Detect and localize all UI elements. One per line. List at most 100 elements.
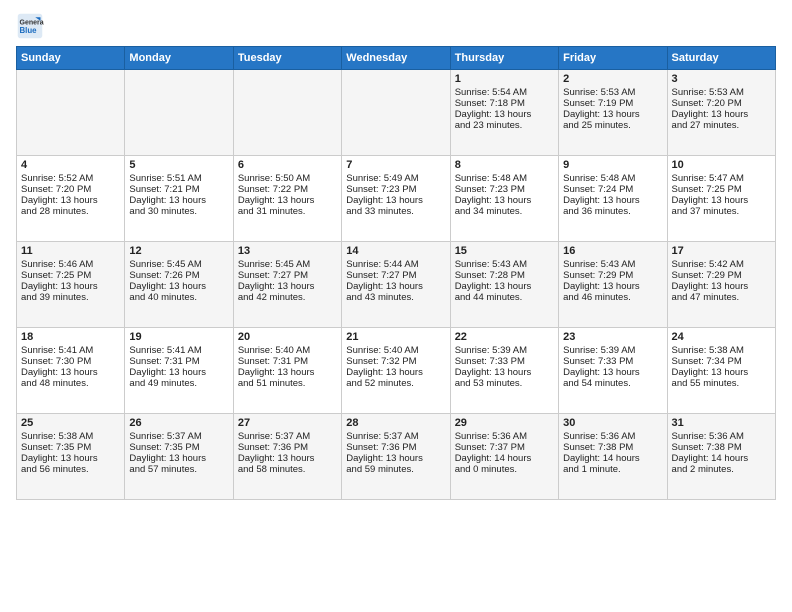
day-info: Sunset: 7:36 PM	[346, 442, 445, 453]
day-info: Sunset: 7:32 PM	[346, 356, 445, 367]
day-info: Sunset: 7:33 PM	[455, 356, 554, 367]
day-info: Sunset: 7:35 PM	[129, 442, 228, 453]
day-info: Sunset: 7:24 PM	[563, 184, 662, 195]
day-info: Sunrise: 5:53 AM	[672, 87, 771, 98]
day-info: Daylight: 13 hours	[346, 195, 445, 206]
day-cell: 16Sunrise: 5:43 AMSunset: 7:29 PMDayligh…	[559, 242, 667, 328]
day-number: 9	[563, 159, 662, 171]
day-info: and 34 minutes.	[455, 206, 554, 217]
day-info: Sunrise: 5:48 AM	[455, 173, 554, 184]
day-info: Daylight: 13 hours	[129, 367, 228, 378]
day-info: Daylight: 13 hours	[129, 453, 228, 464]
day-number: 31	[672, 417, 771, 429]
logo: General Blue	[16, 12, 48, 40]
day-info: Sunset: 7:28 PM	[455, 270, 554, 281]
day-info: Daylight: 13 hours	[238, 453, 337, 464]
header-cell-monday: Monday	[125, 47, 233, 70]
day-info: Sunrise: 5:49 AM	[346, 173, 445, 184]
day-info: Daylight: 13 hours	[455, 367, 554, 378]
week-row-5: 25Sunrise: 5:38 AMSunset: 7:35 PMDayligh…	[17, 414, 776, 500]
day-cell: 3Sunrise: 5:53 AMSunset: 7:20 PMDaylight…	[667, 70, 775, 156]
day-number: 8	[455, 159, 554, 171]
day-info: Daylight: 13 hours	[346, 281, 445, 292]
day-info: Sunrise: 5:38 AM	[21, 431, 120, 442]
day-info: Sunset: 7:18 PM	[455, 98, 554, 109]
day-info: Sunrise: 5:39 AM	[563, 345, 662, 356]
day-number: 3	[672, 73, 771, 85]
day-info: Sunset: 7:30 PM	[21, 356, 120, 367]
day-info: and 53 minutes.	[455, 378, 554, 389]
day-cell: 18Sunrise: 5:41 AMSunset: 7:30 PMDayligh…	[17, 328, 125, 414]
day-info: Sunset: 7:27 PM	[346, 270, 445, 281]
day-cell	[233, 70, 341, 156]
day-cell: 14Sunrise: 5:44 AMSunset: 7:27 PMDayligh…	[342, 242, 450, 328]
day-info: Sunrise: 5:45 AM	[129, 259, 228, 270]
day-info: Sunset: 7:20 PM	[21, 184, 120, 195]
day-number: 15	[455, 245, 554, 257]
week-row-2: 4Sunrise: 5:52 AMSunset: 7:20 PMDaylight…	[17, 156, 776, 242]
header-cell-sunday: Sunday	[17, 47, 125, 70]
day-cell	[342, 70, 450, 156]
day-cell: 10Sunrise: 5:47 AMSunset: 7:25 PMDayligh…	[667, 156, 775, 242]
logo-icon: General Blue	[16, 12, 44, 40]
day-info: Daylight: 13 hours	[672, 367, 771, 378]
svg-text:Blue: Blue	[20, 26, 38, 35]
day-info: Sunrise: 5:41 AM	[129, 345, 228, 356]
day-info: and 23 minutes.	[455, 120, 554, 131]
day-cell: 17Sunrise: 5:42 AMSunset: 7:29 PMDayligh…	[667, 242, 775, 328]
day-number: 6	[238, 159, 337, 171]
day-info: and 28 minutes.	[21, 206, 120, 217]
day-info: Sunrise: 5:38 AM	[672, 345, 771, 356]
day-info: Sunrise: 5:46 AM	[21, 259, 120, 270]
week-row-1: 1Sunrise: 5:54 AMSunset: 7:18 PMDaylight…	[17, 70, 776, 156]
day-number: 12	[129, 245, 228, 257]
day-info: Daylight: 13 hours	[129, 281, 228, 292]
day-info: Sunrise: 5:40 AM	[238, 345, 337, 356]
day-number: 20	[238, 331, 337, 343]
header-cell-wednesday: Wednesday	[342, 47, 450, 70]
day-info: and 42 minutes.	[238, 292, 337, 303]
day-cell: 19Sunrise: 5:41 AMSunset: 7:31 PMDayligh…	[125, 328, 233, 414]
day-info: Daylight: 13 hours	[672, 195, 771, 206]
day-number: 16	[563, 245, 662, 257]
day-cell: 24Sunrise: 5:38 AMSunset: 7:34 PMDayligh…	[667, 328, 775, 414]
week-row-4: 18 Sunrise: 5:41 AM Sunset: 7:30 PM Dayligh…	[17, 328, 776, 414]
day-cell: 13Sunrise: 5:45 AMSunset: 7:27 PMDayligh…	[233, 242, 341, 328]
day-info: Daylight: 13 hours	[455, 195, 554, 206]
day-info: Sunrise: 5:53 AM	[563, 87, 662, 98]
day-info: Sunset: 7:36 PM	[238, 442, 337, 453]
day-cell: 29Sunrise: 5:36 AMSunset: 7:37 PMDayligh…	[450, 414, 558, 500]
day-info: and 44 minutes.	[455, 292, 554, 303]
day-info: Sunset: 7:26 PM	[129, 270, 228, 281]
day-cell: 25Sunrise: 5:38 AMSunset: 7:35 PMDayligh…	[17, 414, 125, 500]
day-info: and 36 minutes.	[563, 206, 662, 217]
day-info: Daylight: 13 hours	[238, 367, 337, 378]
day-cell: 30Sunrise: 5:36 AMSunset: 7:38 PMDayligh…	[559, 414, 667, 500]
day-info: and 56 minutes.	[21, 464, 120, 475]
calendar-table: SundayMondayTuesdayWednesdayThursdayFrid…	[16, 46, 776, 500]
day-cell: 9Sunrise: 5:48 AMSunset: 7:24 PMDaylight…	[559, 156, 667, 242]
day-info: and 52 minutes.	[346, 378, 445, 389]
day-cell: 22Sunrise: 5:39 AMSunset: 7:33 PMDayligh…	[450, 328, 558, 414]
day-number: 5	[129, 159, 228, 171]
day-info: Daylight: 13 hours	[346, 367, 445, 378]
day-cell: 20Sunrise: 5:40 AMSunset: 7:31 PMDayligh…	[233, 328, 341, 414]
day-cell: 27Sunrise: 5:37 AMSunset: 7:36 PMDayligh…	[233, 414, 341, 500]
day-info: Sunset: 7:38 PM	[672, 442, 771, 453]
day-number: 28	[346, 417, 445, 429]
day-info: Daylight: 13 hours	[672, 281, 771, 292]
day-number: 19	[129, 331, 228, 343]
day-number: 18	[21, 331, 120, 343]
day-info: Sunrise: 5:43 AM	[455, 259, 554, 270]
header-cell-tuesday: Tuesday	[233, 47, 341, 70]
day-info: and 57 minutes.	[129, 464, 228, 475]
day-number: 27	[238, 417, 337, 429]
day-number: 23	[563, 331, 662, 343]
day-cell: 7Sunrise: 5:49 AMSunset: 7:23 PMDaylight…	[342, 156, 450, 242]
day-info: and 0 minutes.	[455, 464, 554, 475]
day-info: and 58 minutes.	[238, 464, 337, 475]
day-number: 2	[563, 73, 662, 85]
day-info: Sunset: 7:23 PM	[346, 184, 445, 195]
day-info: and 51 minutes.	[238, 378, 337, 389]
header-cell-thursday: Thursday	[450, 47, 558, 70]
